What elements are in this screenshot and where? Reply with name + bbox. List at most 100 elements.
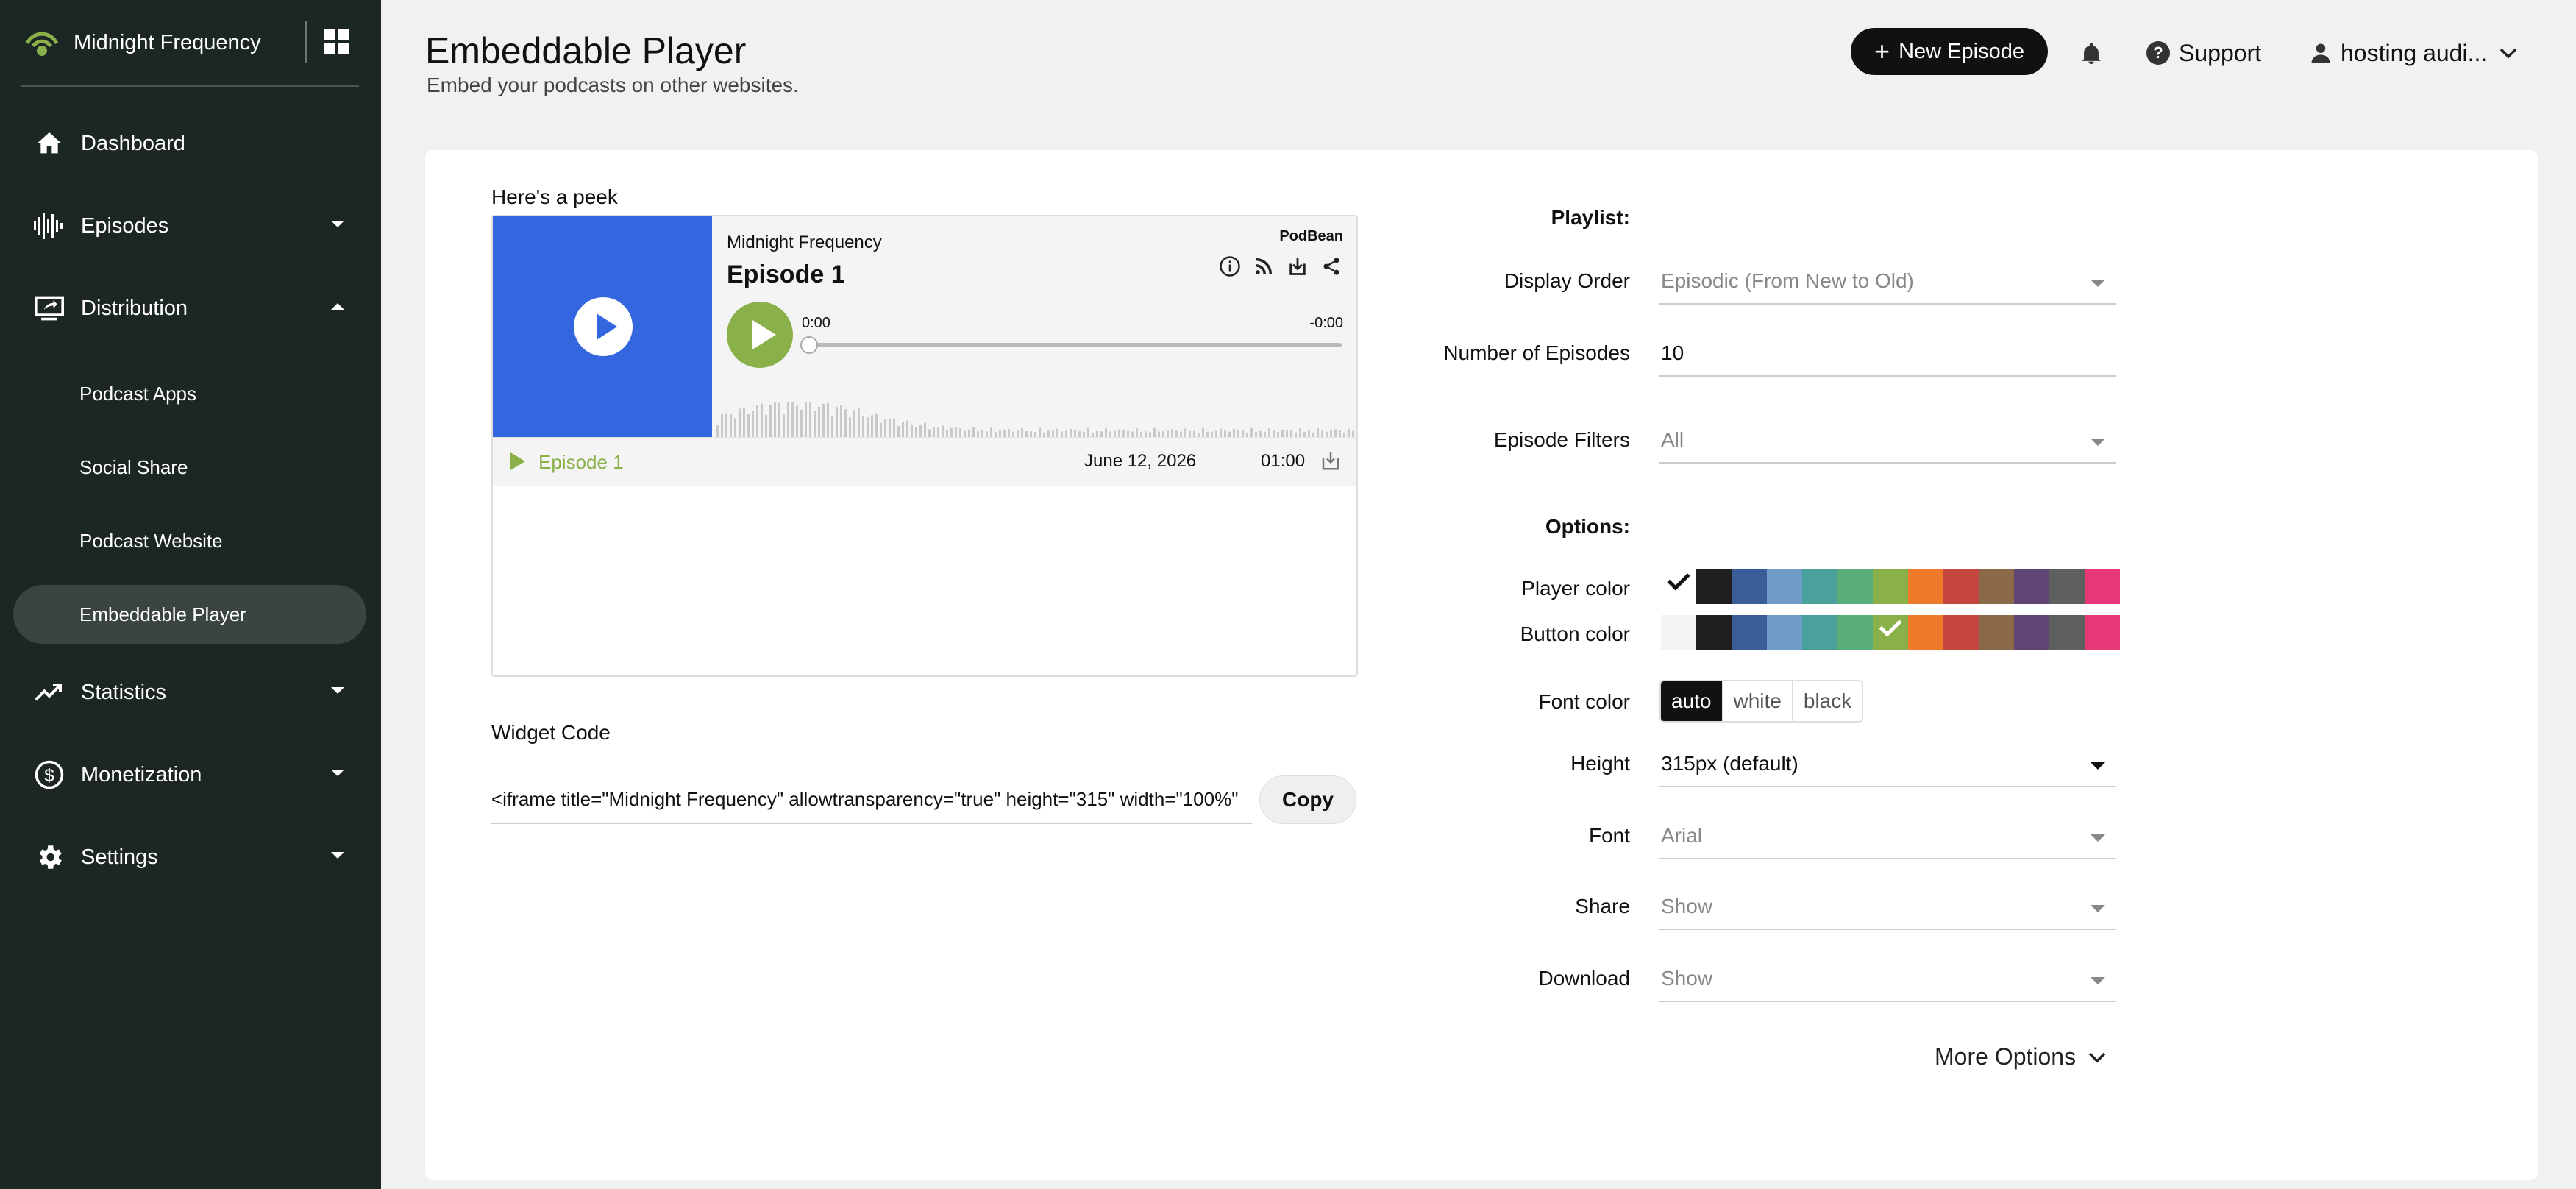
button-color-swatch[interactable]: [1802, 615, 1837, 650]
sidebar-subitem-podcast-website[interactable]: Podcast Website: [13, 511, 366, 570]
sidebar-subitem-label: Podcast Website: [79, 529, 223, 552]
sidebar-item-settings[interactable]: Settings: [13, 828, 366, 887]
episode-filters-select[interactable]: All: [1659, 418, 2116, 464]
share-icon[interactable]: [1320, 255, 1343, 278]
player-color-swatch[interactable]: [1943, 569, 1979, 604]
new-episode-label: New Episode: [1899, 39, 2024, 63]
font-color-toggle: auto white black: [1659, 680, 1864, 723]
sidebar-subitem-label: Embeddable Player: [79, 603, 246, 625]
button-color-swatch[interactable]: [1696, 615, 1732, 650]
sidebar-subitem-embeddable-player[interactable]: Embeddable Player: [13, 585, 366, 644]
playlist-episode-duration: 01:00: [1261, 451, 1306, 471]
player-color-swatch[interactable]: [1732, 569, 1767, 604]
player-color-swatch[interactable]: [1873, 569, 1908, 604]
download-icon[interactable]: [1286, 255, 1309, 278]
checkmark-icon: [1667, 567, 1690, 591]
button-color-swatch[interactable]: [1979, 615, 2014, 650]
button-color-swatch[interactable]: [1943, 615, 1979, 650]
button-color-swatch[interactable]: [2085, 615, 2120, 650]
progress-handle[interactable]: [800, 336, 818, 354]
help-circle-icon: ?: [2146, 41, 2170, 65]
download-select[interactable]: Show: [1659, 956, 2116, 1002]
notification-bell-icon[interactable]: [2079, 41, 2104, 66]
button-color-swatch[interactable]: [1661, 615, 1696, 650]
page-subtitle: Embed your podcasts on other websites.: [427, 74, 799, 96]
player-color-swatch[interactable]: [2085, 569, 2120, 604]
sidebar-item-label: Dashboard: [81, 131, 185, 155]
user-menu[interactable]: hosting audi...: [2310, 37, 2518, 69]
share-select[interactable]: Show: [1659, 884, 2116, 930]
new-episode-button[interactable]: + New Episode: [1851, 28, 2048, 75]
sidebar-item-distribution[interactable]: Distribution: [13, 279, 366, 338]
button-color-swatch[interactable]: [1873, 614, 1908, 650]
player-color-swatch[interactable]: [2014, 569, 2049, 604]
dollar-circle-icon: $: [32, 758, 66, 792]
cover-art: [493, 216, 712, 437]
player-color-swatch[interactable]: [2049, 569, 2085, 604]
sidebar-item-label: Monetization: [81, 762, 202, 787]
chevron-down-icon: [2500, 48, 2517, 59]
font-select[interactable]: Arial: [1659, 814, 2116, 859]
apps-grid-icon[interactable]: [324, 29, 349, 54]
podbean-logo[interactable]: PodBean: [1279, 228, 1343, 245]
brand[interactable]: Midnight Frequency: [21, 21, 261, 65]
plus-icon: +: [1874, 36, 1890, 66]
download-icon[interactable]: [1320, 450, 1342, 472]
sidebar-item-monetization[interactable]: $ Monetization: [13, 745, 366, 804]
font-color-black[interactable]: black: [1793, 681, 1862, 721]
play-icon[interactable]: [510, 452, 525, 470]
button-color-swatch[interactable]: [2049, 615, 2085, 650]
font-color-auto[interactable]: auto: [1661, 681, 1723, 721]
number-of-episodes-label: Number of Episodes: [1443, 341, 1630, 364]
button-color-swatch[interactable]: [1908, 615, 1943, 650]
copy-button[interactable]: Copy: [1259, 775, 1356, 824]
playlist-episode-date: June 12, 2026: [1084, 451, 1197, 471]
player-color-swatch[interactable]: [1661, 567, 1696, 604]
player-color-swatch[interactable]: [1837, 569, 1873, 604]
button-color-swatch[interactable]: [1732, 615, 1767, 650]
player-color-swatch[interactable]: [1696, 569, 1732, 604]
sidebar-item-dashboard[interactable]: Dashboard: [13, 114, 366, 173]
progress-track[interactable]: [809, 343, 1342, 347]
chevron-down-icon: [331, 687, 344, 694]
player-color-swatch[interactable]: [1908, 569, 1943, 604]
chevron-up-icon: [331, 303, 344, 310]
share-label: Share: [1575, 895, 1630, 918]
support-label: Support: [2179, 39, 2262, 66]
player-color-swatch[interactable]: [1802, 569, 1837, 604]
player-color-swatch[interactable]: [1979, 569, 2014, 604]
playlist-row[interactable]: Episode 1 June 12, 2026 01:00: [493, 437, 1356, 486]
sidebar-item-statistics[interactable]: Statistics: [13, 663, 366, 722]
button-color-swatch[interactable]: [2014, 615, 2049, 650]
share-value: Show: [1661, 895, 1713, 918]
widget-code-field[interactable]: [491, 775, 1252, 824]
more-options-button[interactable]: More Options: [1935, 1043, 2107, 1071]
sidebar-divider: [21, 85, 359, 87]
more-options-label: More Options: [1935, 1043, 2077, 1070]
display-order-value: Episodic (From New to Old): [1661, 269, 1914, 292]
sidebar-item-episodes[interactable]: Episodes: [13, 196, 366, 255]
player-color-swatch[interactable]: [1767, 569, 1802, 604]
playlist-episode-title[interactable]: Episode 1: [538, 451, 624, 474]
sidebar-item-label: Episodes: [81, 213, 169, 238]
support-link[interactable]: ? Support: [2146, 37, 2261, 69]
waveform-icon: [32, 209, 66, 243]
rss-icon[interactable]: [1252, 255, 1275, 278]
display-order-select[interactable]: Episodic (From New to Old): [1659, 259, 2116, 305]
podcast-signal-logo-icon: [25, 32, 59, 56]
sidebar-subitem-social-share[interactable]: Social Share: [13, 438, 366, 497]
download-value: Show: [1661, 967, 1713, 990]
play-button[interactable]: [727, 302, 793, 368]
height-value: 315px (default): [1661, 752, 1798, 775]
number-of-episodes-input[interactable]: 10: [1659, 331, 2116, 377]
button-color-swatch[interactable]: [1767, 615, 1802, 650]
font-color-white[interactable]: white: [1723, 681, 1793, 721]
height-select[interactable]: 315px (default): [1659, 742, 2116, 787]
dropdown-arrow-icon: [2091, 439, 2105, 446]
info-icon[interactable]: [1218, 255, 1242, 278]
cover-play-icon[interactable]: [574, 297, 633, 356]
button-color-swatch[interactable]: [1837, 615, 1873, 650]
sidebar-subitem-podcast-apps[interactable]: Podcast Apps: [13, 364, 366, 423]
sidebar-item-label: Settings: [81, 845, 158, 869]
number-of-episodes-value: 10: [1661, 341, 1684, 364]
